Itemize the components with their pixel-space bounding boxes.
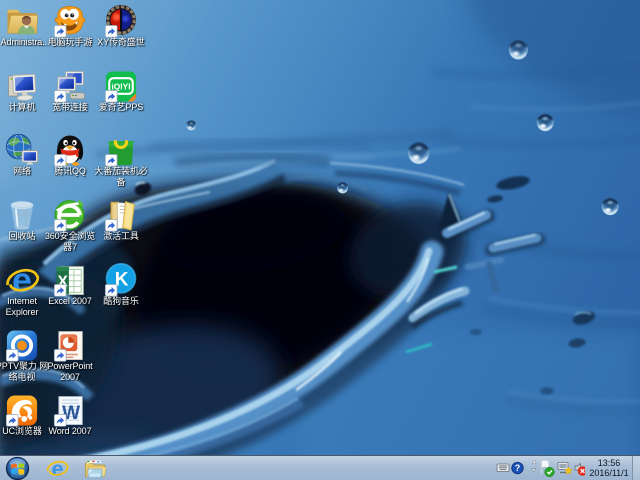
svg-text:iQIYI: iQIYI xyxy=(111,81,130,91)
svg-text:e: e xyxy=(12,262,32,298)
svg-text:e: e xyxy=(51,457,63,480)
svg-text:?: ? xyxy=(515,463,521,473)
